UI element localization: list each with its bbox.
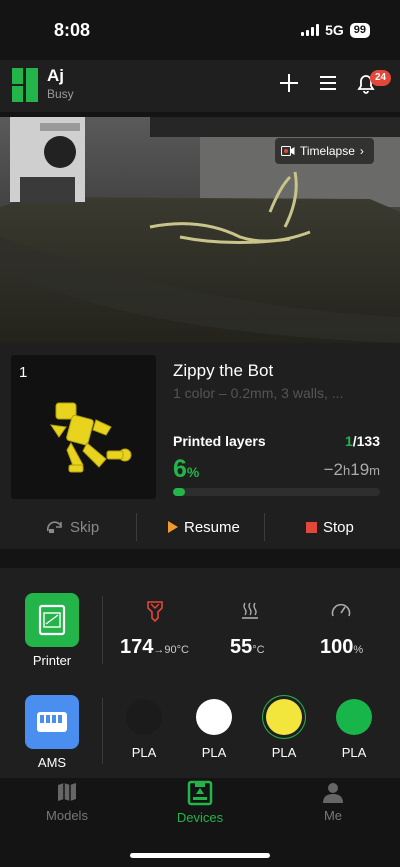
progress-value: 6: [173, 455, 187, 483]
printer-status: Busy: [47, 87, 74, 101]
timelapse-label: Timelapse: [300, 144, 355, 158]
models-icon: [58, 783, 76, 801]
spool-label-4: PLA: [341, 745, 367, 760]
chevron-right-icon: ›: [359, 144, 364, 158]
spool-slot-3-active[interactable]: [266, 699, 302, 735]
control-divider: [136, 513, 137, 541]
nozzle-temp: 174→90°C: [120, 636, 189, 659]
bed-temp: 55°C: [230, 636, 265, 659]
spool-label-1: PLA: [131, 745, 157, 760]
signal-icon: [301, 24, 320, 36]
remaining-minutes: 19: [350, 460, 370, 479]
notification-badge: 24: [370, 70, 391, 86]
ams-tile[interactable]: [25, 695, 79, 749]
fan-speed-unit: %: [353, 644, 364, 656]
remaining-hours: −2: [323, 460, 343, 479]
timelapse-button[interactable]: Timelapse ›: [275, 138, 374, 164]
ams-separator: [102, 698, 103, 764]
play-icon: [168, 521, 178, 533]
menu-icon[interactable]: [316, 70, 340, 96]
stop-icon: [306, 521, 317, 533]
tab-me-label: Me: [323, 808, 343, 823]
stats-separator: [102, 596, 103, 664]
printer-label: Printer: [32, 653, 72, 668]
bambu-logo-icon: [12, 68, 38, 102]
layer-count: 1/133: [345, 433, 380, 449]
tab-devices[interactable]: Devices: [155, 780, 245, 825]
printer-tile[interactable]: [25, 593, 79, 647]
plate-number: 1: [19, 364, 28, 381]
remaining-m-unit: m: [369, 463, 380, 478]
home-indicator: [130, 853, 270, 858]
ams-icon: [37, 712, 67, 732]
nozzle-temp-target: →90°C: [153, 644, 189, 656]
stop-label: Stop: [323, 518, 354, 536]
time-remaining: −2h19m: [324, 460, 380, 480]
ams-label: AMS: [37, 755, 67, 770]
tab-me[interactable]: Me: [288, 780, 378, 823]
resume-button[interactable]: Resume: [168, 516, 240, 538]
devices-icon: [187, 780, 213, 806]
progress-unit: %: [186, 464, 200, 480]
fan-speed: 100%: [320, 636, 363, 659]
printer-icon: [38, 604, 66, 636]
tab-devices-label: Devices: [176, 810, 224, 825]
progress-bar-fill: [173, 488, 185, 496]
nozzle-temp-value: 174: [120, 636, 154, 658]
fan-speed-value: 100: [320, 636, 354, 658]
layer-total: /133: [352, 433, 380, 449]
status-indicators: 5G 99: [301, 22, 370, 38]
heatbed-icon: [242, 602, 258, 619]
layer-current: 1: [344, 433, 353, 449]
network-label: 5G: [325, 22, 344, 38]
robot-model-image: [49, 402, 132, 473]
video-icon: [281, 146, 295, 156]
stop-button[interactable]: Stop: [306, 516, 354, 538]
resume-label: Resume: [184, 518, 240, 536]
progress-bar-track: [173, 488, 380, 496]
battery-icon: 99: [349, 22, 370, 38]
speed-gauge-icon: [331, 603, 351, 617]
skip-label: Skip: [70, 518, 100, 536]
bed-temp-value: 55: [230, 636, 253, 658]
job-subtitle: 1 color – 0.2mm, 3 walls, ...: [173, 385, 344, 401]
bed-temp-unit: °C: [252, 644, 265, 656]
model-thumbnail[interactable]: [11, 355, 156, 499]
profile-icon: [323, 783, 343, 803]
skip-icon: [46, 521, 62, 533]
skip-button[interactable]: Skip: [46, 516, 99, 538]
job-title: Zippy the Bot: [173, 361, 274, 380]
tab-models[interactable]: Models: [22, 780, 112, 823]
spool-slot-4[interactable]: [336, 699, 372, 735]
control-divider: [264, 513, 265, 541]
spool-slot-1[interactable]: [126, 699, 162, 735]
printed-layers-label: Printed layers: [173, 433, 266, 449]
spool-label-3: PLA: [271, 745, 297, 760]
add-icon[interactable]: [277, 70, 301, 96]
spool-label-2: PLA: [201, 745, 227, 760]
nozzle-icon: [147, 601, 163, 622]
tab-models-label: Models: [46, 808, 88, 823]
progress-percent: 6%: [173, 455, 199, 484]
spool-slot-2[interactable]: [196, 699, 232, 735]
status-time: 8:08: [54, 20, 91, 40]
printer-name[interactable]: Aj: [47, 66, 64, 86]
